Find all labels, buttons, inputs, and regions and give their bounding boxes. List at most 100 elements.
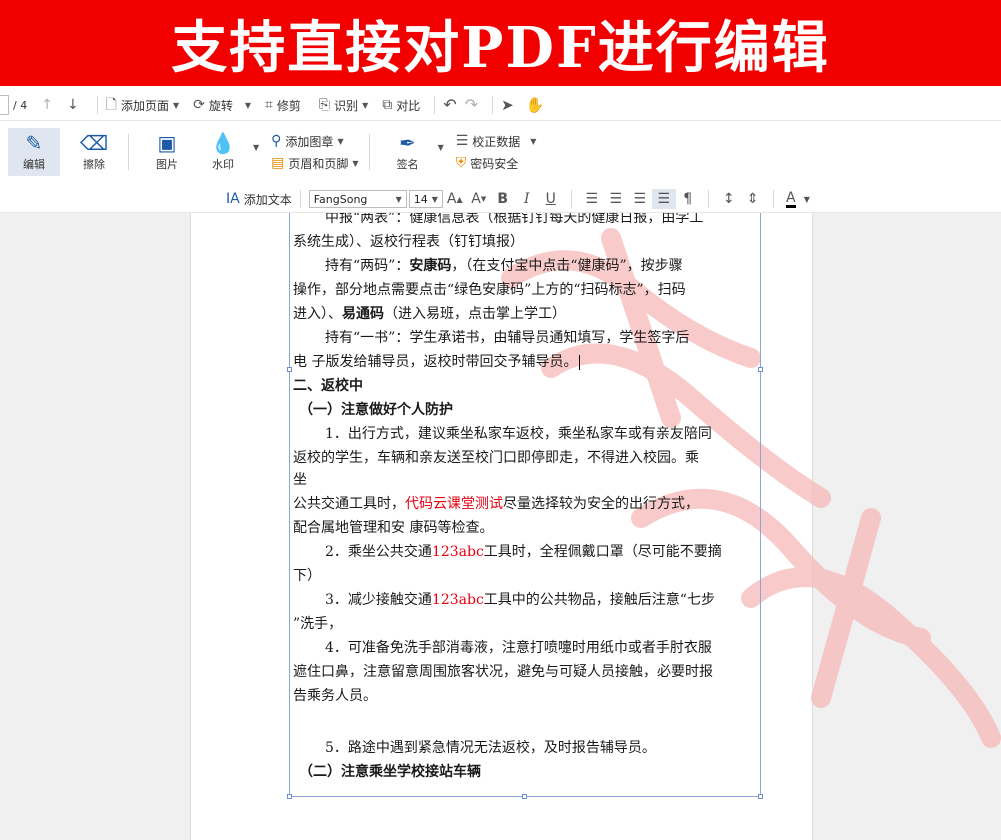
font-size-select[interactable]: 14 ▼	[408, 190, 443, 208]
add-text-icon: ⅠA	[226, 191, 240, 207]
font-family-select[interactable]: FangSong ▼	[308, 190, 407, 208]
text-format-toolbar: ⅠA 添加文本 FangSong ▼ 14 ▼ A ▲ A ▼ B I U ☰ ☰ …	[0, 186, 1001, 213]
resize-handle[interactable]	[287, 794, 292, 799]
resize-handle[interactable]	[287, 367, 292, 372]
chevron-down-icon: ▼	[431, 194, 438, 204]
add-page-button[interactable]: 🗋 添加页面 ▼	[106, 90, 179, 120]
text-line: 系统生成）、返校行程表（钉钉填报）	[293, 234, 524, 250]
main-toolbar: / 4 ↑ ↓ 🗋 添加页面 ▼ ⟳ 旋转 ▼ ⌗ 修剪 ⎘ 识别 ▼ ⧉ 对比…	[0, 90, 1001, 121]
text-line: 1．出行方式，建议乘坐私家车返校，乘坐私家车或有亲友陪同	[325, 426, 712, 442]
compare-button[interactable]: ⧉ 对比	[382, 90, 420, 120]
compare-label: 对比	[396, 98, 421, 113]
paragraph-spacing-icon[interactable]: ⇕	[741, 189, 765, 209]
text-line: 进入）、易通码（进入易班，点击掌上学工）	[293, 306, 566, 322]
recognize-label: 识别	[334, 98, 359, 113]
resize-handle[interactable]	[522, 794, 527, 799]
document-viewport[interactable]: 中报“两表”：健康信息表（根据钉钉每天的健康日报，由学工 系统生成）、返校行程表…	[0, 213, 1001, 840]
resize-handle[interactable]	[758, 794, 763, 799]
text-line: 4．可准备免洗手部消毒液，注意打喷嚏时用纸巾或者手肘衣服	[325, 640, 712, 656]
text-line: 持有“两码”：安康码，（在支付宝中点击“健康码”，按步骤	[325, 258, 683, 274]
text-line: 5．路途中遇到紧急情况无法返校，及时报告辅导员。	[325, 740, 656, 756]
hand-icon[interactable]: ✋	[526, 97, 545, 113]
stamp-icon: ⚲	[271, 133, 282, 149]
font-color-icon[interactable]: A	[782, 189, 800, 209]
edit-button[interactable]: ✎ 编辑	[8, 128, 60, 176]
text-line: 电 子版发给辅导员，返校时带回交予辅导员。	[293, 351, 581, 373]
chevron-down-icon: ▼	[530, 136, 537, 146]
add-text-label: 添加文本	[243, 192, 292, 207]
header-footer-button[interactable]: ▤ 页眉和页脚 ▼	[271, 152, 358, 174]
correct-data-button[interactable]: ☰ 校正数据 ▼	[456, 130, 537, 152]
password-security-button[interactable]: ⛨ 密码安全	[456, 152, 537, 174]
justify-icon[interactable]: ☰	[651, 189, 676, 209]
watermark-icon: 💧	[210, 131, 236, 155]
page-input[interactable]	[0, 95, 9, 115]
pdf-page: 中报“两表”：健康信息表（根据钉钉每天的健康日报，由学工 系统生成）、返校行程表…	[190, 213, 1001, 840]
text-line: 遮住口鼻，注意留意周围旅客状况，避免与可疑人员接触，必要时报	[293, 664, 713, 680]
edit-label: 编辑	[23, 158, 45, 171]
resize-handle[interactable]	[758, 367, 763, 372]
rotate-label: 旋转	[208, 98, 233, 113]
chevron-down-icon: ▼	[244, 100, 252, 110]
italic-icon[interactable]: I	[515, 189, 539, 209]
promo-banner: 支持直接对PDF进行编辑	[0, 0, 1001, 86]
rotate-button[interactable]: ⟳ 旋转 ▼	[193, 90, 251, 120]
section-heading: 二、返校中	[293, 378, 363, 394]
text-line: 3．减少接触交通123abc工具中的公共物品，接触后注意“七步	[325, 592, 715, 608]
bold-icon[interactable]: B	[491, 189, 515, 209]
text-line: 告乘务人员。	[293, 688, 377, 704]
signature-icon: ✒	[399, 131, 416, 155]
add-text-button[interactable]: ⅠA 添加文本	[226, 186, 292, 212]
page-indicator: / 4	[13, 98, 28, 112]
add-stamp-button[interactable]: ⚲ 添加图章 ▼	[271, 130, 358, 152]
crop-icon: ⌗	[265, 97, 273, 113]
correct-data-label: 校正数据	[472, 134, 521, 149]
text-line: 中报“两表”：健康信息表（根据钉钉每天的健康日报，由学工	[325, 213, 704, 226]
eraser-icon: ⌫	[79, 131, 109, 155]
text-line: 公共交通工具时，代码云课堂测试尽量选择较为安全的出行方式，	[293, 496, 699, 512]
signature-label: 签名	[396, 158, 419, 171]
decrease-font-icon[interactable]: A ▼	[467, 189, 491, 209]
erase-button[interactable]: ⌫ 擦除	[68, 128, 120, 176]
text-line: 操作，部分地点需要点击“绿色安康码”上方的“扫码标志”，扫码	[293, 282, 686, 298]
text-line: 持有“一书”：学生承诺书，由辅导员通知填写，学生签字后	[325, 330, 690, 346]
add-page-icon: 🗋	[105, 97, 117, 113]
edit-ribbon: ✎ 编辑 ⌫ 擦除 ▣ 图片 💧 水印 ▼ ⚲ 添加图章 ▼ ▤ 页眉和页脚 ▼…	[0, 124, 1001, 180]
chevron-down-icon[interactable]: ▼	[438, 143, 444, 152]
align-center-icon[interactable]: ☰	[604, 189, 628, 209]
text-line: 配合属地管理和安 康码等检查。	[293, 520, 494, 536]
text-line: 返校的学生，车辆和亲友送至校门口即停即走，不得进入校园。乘	[293, 450, 699, 466]
arrow-down-icon[interactable]: ↓	[67, 98, 79, 112]
subsection-heading: （二）注意乘坐学校接站车辆	[299, 764, 481, 780]
text-line: ”洗手，	[293, 616, 343, 632]
text-line: 2．乘坐公共交通123abc工具时，全程佩戴口罩（尽可能不要摘	[325, 544, 722, 560]
image-button[interactable]: ▣ 图片	[141, 128, 193, 176]
watermark-button[interactable]: 💧 水印	[197, 128, 249, 176]
paragraph-icon[interactable]: ¶	[676, 189, 700, 209]
signature-button[interactable]: ✒ 签名	[382, 128, 434, 176]
watermark-label: 水印	[212, 158, 234, 171]
chevron-down-icon[interactable]: ▼	[804, 195, 810, 204]
chevron-down-icon[interactable]: ▼	[253, 143, 259, 152]
redo-icon[interactable]: ↷	[465, 97, 478, 113]
undo-icon[interactable]: ↶	[443, 97, 456, 113]
recognize-button[interactable]: ⎘ 识别 ▼	[319, 90, 368, 120]
increase-font-icon[interactable]: A ▲	[443, 189, 467, 209]
edit-icon: ✎	[25, 131, 43, 155]
compare-icon: ⧉	[382, 97, 393, 113]
pointer-icon[interactable]: ➤	[501, 97, 514, 113]
underline-icon[interactable]: U	[539, 189, 563, 209]
align-left-icon[interactable]: ☰	[580, 189, 604, 209]
password-security-label: 密码安全	[470, 156, 519, 171]
arrow-up-icon[interactable]: ↑	[41, 98, 53, 112]
align-right-icon[interactable]: ☰	[628, 189, 652, 209]
chevron-down-icon: ▼	[172, 100, 180, 110]
line-spacing-icon[interactable]: ↕	[717, 189, 741, 209]
subsection-heading: （一）注意做好个人防护	[299, 402, 453, 418]
recognize-icon: ⎘	[318, 97, 331, 113]
add-page-label: 添加页面	[120, 98, 169, 113]
image-label: 图片	[156, 158, 178, 171]
crop-button[interactable]: ⌗ 修剪	[265, 90, 301, 120]
chevron-down-icon: ▼	[337, 136, 344, 146]
correct-data-icon: ☰	[455, 133, 469, 149]
